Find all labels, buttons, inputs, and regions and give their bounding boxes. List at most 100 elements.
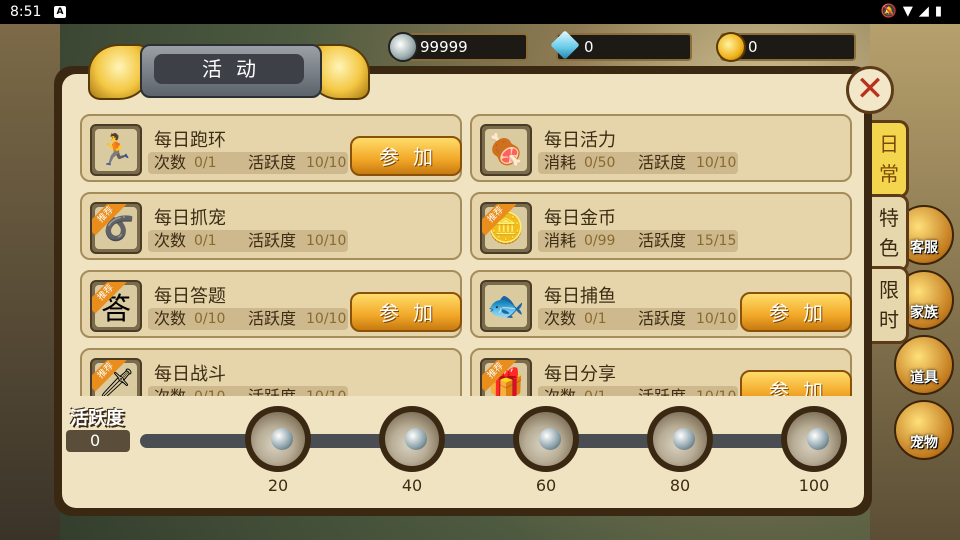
stat2-label: 活跃度 <box>638 309 687 328</box>
crystal-resource: 0 <box>550 30 692 61</box>
activity-stats: 次数 0/1 活跃度 10/10 <box>538 308 738 330</box>
stat1-value: 0/99 <box>584 233 616 249</box>
stat2-value: 10/10 <box>306 155 347 171</box>
milestone-reward-chest[interactable] <box>647 406 713 472</box>
milestone-reward-chest[interactable] <box>245 406 311 472</box>
activity-icon-frame: 🗡 推荐 <box>90 358 142 396</box>
close-button[interactable]: ✕ <box>846 66 894 114</box>
items-button[interactable]: 道具 <box>894 335 954 395</box>
stat1-label: 次数 <box>544 386 576 396</box>
title-plate: 活动 <box>140 44 322 98</box>
activity-name: 每日金币 <box>544 208 616 229</box>
join-button[interactable]: 参加 <box>350 136 462 176</box>
activity-card[interactable]: 答推荐 每日答题 次数 0/10 活跃度 10/10 参加 <box>80 270 462 338</box>
meat-icon: 🍖 <box>485 129 527 171</box>
activity-icon-frame: 🍖 <box>480 124 532 176</box>
join-button[interactable]: 参加 <box>740 292 852 332</box>
gold-resource: 0 <box>716 32 856 62</box>
activity-icon-frame: 🪙 推荐 <box>480 202 532 254</box>
pearl-icon <box>271 428 293 450</box>
milestone-reward-chest[interactable] <box>379 406 445 472</box>
milestone-reward-chest[interactable] <box>781 406 847 472</box>
stat2-label: 活跃度 <box>638 231 687 250</box>
shell-icon <box>385 412 439 466</box>
activity-name: 每日跑环 <box>154 130 226 151</box>
activity-points-label: 活跃度 <box>70 408 124 429</box>
stat2-label: 活跃度 <box>638 386 686 396</box>
activity-name: 每日活力 <box>544 130 616 151</box>
shell-icon <box>787 412 841 466</box>
activity-card[interactable]: 🗡推荐每日战斗次数 0/10 活跃度 10/10 <box>80 348 462 396</box>
stat2-label: 活跃度 <box>248 153 297 172</box>
stat1-label: 次数 <box>154 153 187 172</box>
silver-coin-icon <box>388 32 418 62</box>
runner-icon: 🏃 <box>95 129 137 171</box>
activity-card[interactable]: ➰ 推荐 每日抓宠 次数 0/1 活跃度 10/10 <box>80 192 462 260</box>
signal-icon: ◢ <box>918 4 935 19</box>
mute-icon: 🔕 <box>880 4 903 19</box>
activity-card[interactable]: 🪙 推荐 每日金币消耗 0/99 活跃度 15/15 <box>470 192 852 260</box>
activity-name: 每日战斗 <box>154 364 226 385</box>
activity-name: 每日抓宠 <box>154 208 226 229</box>
tab-special[interactable]: 特色 <box>872 194 909 272</box>
activity-stats: 次数 0/1 活跃度 10/10 <box>148 152 348 174</box>
stat1-label: 消耗 <box>544 231 577 250</box>
background-left-scenery <box>0 24 60 540</box>
stat1-value: 0/10 <box>194 386 225 396</box>
stat1-label: 次数 <box>154 231 187 250</box>
stat1-label: 次数 <box>544 309 577 328</box>
stat2-label: 活跃度 <box>248 386 296 396</box>
wifi-icon: ▼ <box>902 4 919 19</box>
stat2-label: 活跃度 <box>248 231 297 250</box>
activity-name: 每日捕鱼 <box>544 286 616 307</box>
system-icons: 🔕▼◢▮ <box>881 0 948 24</box>
stat1-value: 0/1 <box>584 386 607 396</box>
stat1-value: 0/50 <box>584 155 616 171</box>
tab-limited-time[interactable]: 限时 <box>872 266 909 344</box>
shell-icon <box>653 412 707 466</box>
join-button[interactable]: 参加 <box>740 370 852 396</box>
battery-icon: ▮ <box>934 4 948 19</box>
stat2-label: 活跃度 <box>248 309 297 328</box>
activity-list[interactable]: 🏃 每日跑环 次数 0/1 活跃度 10/10 参加 🍖 每日活力 消耗 0/50 活跃度 10/10 ➰… <box>80 112 856 396</box>
activity-icon-frame: 🎁 推荐 <box>480 358 532 396</box>
activity-stats: 消耗 0/50 活跃度 10/10 <box>538 152 738 174</box>
activity-icon-frame: ➰ 推荐 <box>90 202 142 254</box>
gold-coin-icon <box>716 32 746 62</box>
stat2-value: 10/10 <box>696 155 737 171</box>
milestone-reward-chest[interactable] <box>513 406 579 472</box>
pearl-icon <box>539 428 561 450</box>
panel-title: 活动 <box>154 54 304 84</box>
fish-icon: 🐟 <box>485 285 527 327</box>
activity-card[interactable]: 🍖 每日活力消耗 0/50 活跃度 10/10 <box>470 114 852 182</box>
stat2-value: 10/10 <box>306 311 347 327</box>
stat1-label: 次数 <box>154 309 187 328</box>
activity-name: 每日答题 <box>154 286 226 307</box>
shell-icon <box>519 412 573 466</box>
milestone-value: 40 <box>401 476 423 495</box>
activity-stats: 次数 0/10 活跃度 10/10 <box>148 308 348 330</box>
activity-name: 每日分享 <box>544 364 616 385</box>
activity-stats: 消耗 0/99 活跃度 15/15 <box>538 230 738 252</box>
pearl-icon <box>673 428 695 450</box>
silver-resource: 99999 <box>388 32 528 62</box>
panel-title-banner: 活动 <box>88 40 370 100</box>
stat2-label: 活跃度 <box>638 153 687 172</box>
stat1-value: 0/1 <box>584 311 607 327</box>
stat2-value: 15/15 <box>696 233 737 249</box>
pearl-icon <box>807 428 829 450</box>
activity-card[interactable]: 🏃 每日跑环 次数 0/1 活跃度 10/10 参加 <box>80 114 462 182</box>
activity-icon-frame: 🐟 <box>480 280 532 332</box>
milestone-value: 20 <box>267 476 289 495</box>
activity-card[interactable]: 🎁推荐每日分享次数 0/1 活跃度 10/10 参加 <box>470 348 852 396</box>
tab-daily[interactable]: 日常 <box>872 120 909 198</box>
stat1-label: 消耗 <box>544 153 577 172</box>
status-bar: 8:51 A 🔕▼◢▮ <box>0 0 960 24</box>
pets-button[interactable]: 宠物 <box>894 400 954 460</box>
app-notification-icon: A <box>54 6 66 18</box>
stat2-value: 10/10 <box>306 233 347 249</box>
activity-card[interactable]: 🐟 每日捕鱼次数 0/1 活跃度 10/10 参加 <box>470 270 852 338</box>
activity-stats: 次数 0/10 活跃度 10/10 <box>148 386 348 396</box>
stat2-value: 10/10 <box>696 311 737 327</box>
join-button[interactable]: 参加 <box>350 292 462 332</box>
